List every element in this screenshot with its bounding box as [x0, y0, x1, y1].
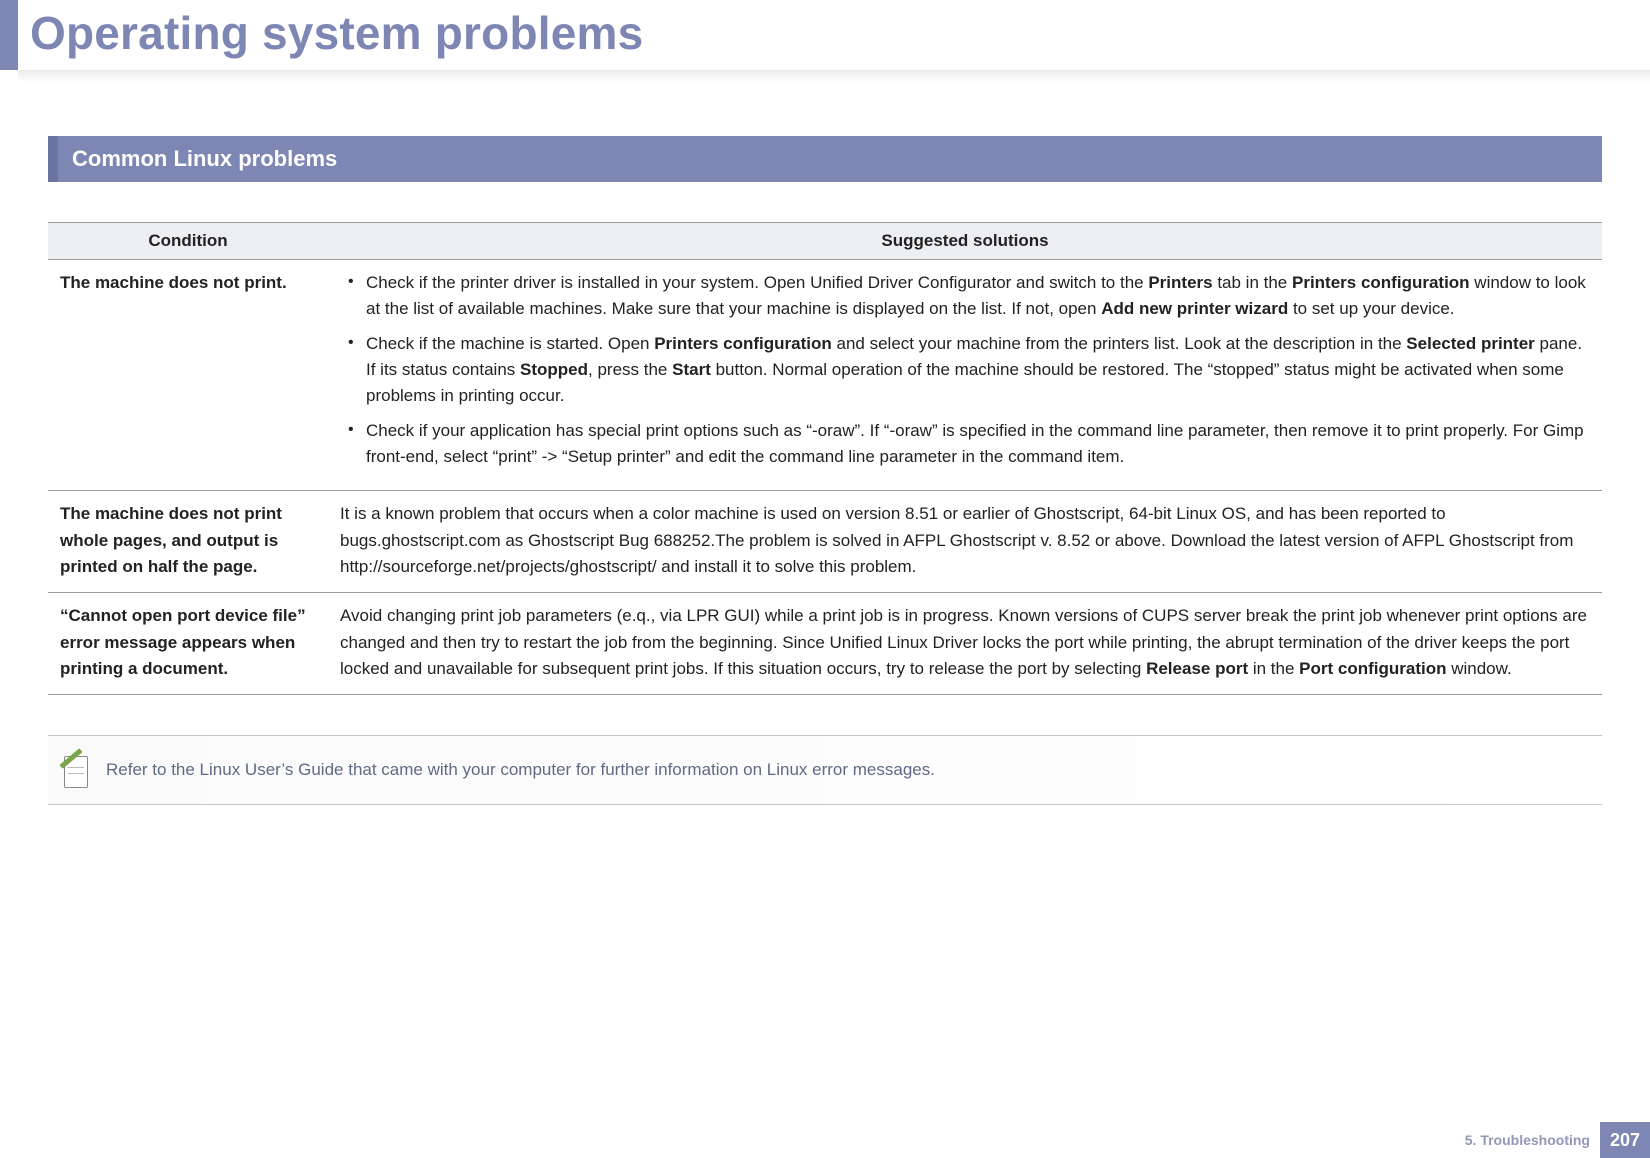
list-item: Check if the machine is started. Open Pr…	[340, 331, 1590, 410]
list-item: Check if your application has special pr…	[340, 418, 1590, 471]
header-accent-tab	[0, 0, 18, 70]
col-header-solutions: Suggested solutions	[328, 223, 1602, 260]
note-text: Refer to the Linux User’s Guide that cam…	[106, 760, 935, 780]
table-row: The machine does not print whole pages, …	[48, 491, 1602, 593]
header-shadow	[18, 70, 1650, 88]
condition-cell: The machine does not print.	[48, 260, 328, 491]
solution-cell: Avoid changing print job parameters (e.q…	[328, 593, 1602, 695]
condition-cell: The machine does not print whole pages, …	[48, 491, 328, 593]
section-accent-tab	[48, 136, 58, 182]
problems-table: Condition Suggested solutions The machin…	[48, 222, 1602, 695]
col-header-condition: Condition	[48, 223, 328, 260]
page-footer: 5. Troubleshooting 207	[1465, 1122, 1650, 1158]
page-header: Operating system problems	[0, 0, 1650, 70]
list-item: Check if the printer driver is installed…	[340, 270, 1590, 323]
table-row: The machine does not print. Check if the…	[48, 260, 1602, 491]
page-body: Common Linux problems Condition Suggeste…	[0, 88, 1650, 805]
section-title: Common Linux problems	[58, 136, 1602, 182]
condition-cell: “Cannot open port device file” error mes…	[48, 593, 328, 695]
solution-cell: It is a known problem that occurs when a…	[328, 491, 1602, 593]
footer-page-number: 207	[1600, 1122, 1650, 1158]
note-callout: Refer to the Linux User’s Guide that cam…	[48, 735, 1602, 805]
section-heading-bar: Common Linux problems	[48, 136, 1602, 182]
table-row: “Cannot open port device file” error mes…	[48, 593, 1602, 695]
solution-cell: Check if the printer driver is installed…	[328, 260, 1602, 491]
note-icon	[60, 752, 90, 788]
footer-chapter-label: 5. Troubleshooting	[1465, 1122, 1600, 1158]
bullet-list: Check if the printer driver is installed…	[340, 270, 1590, 470]
table-header-row: Condition Suggested solutions	[48, 223, 1602, 260]
page-title: Operating system problems	[18, 0, 643, 70]
